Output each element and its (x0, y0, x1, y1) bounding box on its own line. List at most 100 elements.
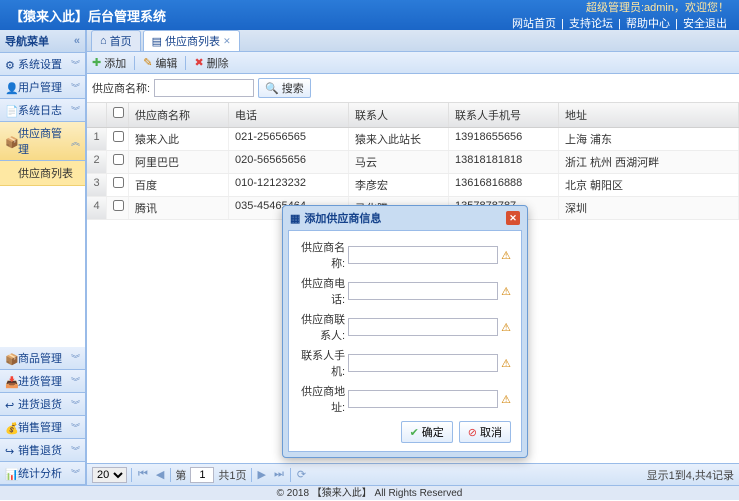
field-phone-input[interactable] (348, 282, 498, 300)
pager: 20 ⏮ ◀ 第 共1页 ▶ ⏭ ⟳ 显示1到4,共4记录 (87, 463, 739, 485)
search-row: 供应商名称: 🔍搜索 (87, 74, 739, 103)
warning-icon: ⚠ (501, 321, 511, 334)
row-checkbox[interactable] (113, 177, 124, 188)
cell-contact: 猿来入此站长 (349, 128, 449, 150)
first-page-button[interactable]: ⏮ (136, 468, 150, 481)
link-help[interactable]: 帮助中心 (626, 18, 670, 30)
welcome-text: 超级管理员:admin，欢迎您！ (510, 0, 729, 15)
page-size-select[interactable]: 20 (92, 467, 127, 483)
delete-button[interactable]: ✖删除 (194, 55, 228, 71)
sidebar-group-supplier[interactable]: 📦 供应商管理 ︽ (0, 122, 85, 161)
group-icon: 📄 (5, 105, 15, 115)
nav-header: 导航菜单 « (0, 30, 85, 53)
field-addr-input[interactable] (348, 390, 498, 408)
tab-supplier-list[interactable]: ▤ 供应商列表 ✕ (143, 30, 240, 51)
chevron-down-icon: ︾ (71, 81, 80, 94)
table-row[interactable]: 1猿来入此021-25656565猿来入此站长13918655656上海 浦东 (87, 128, 739, 151)
dialog-title-bar[interactable]: ▦ 添加供应商信息 ✕ (283, 206, 527, 230)
list-icon: ▤ (152, 35, 162, 48)
cancel-button[interactable]: ⊘取消 (459, 421, 511, 443)
search-input[interactable] (154, 79, 254, 97)
field-name-input[interactable] (348, 246, 498, 264)
header-links: 网站首页 | 支持论坛 | 帮助中心 | 安全退出 (510, 15, 729, 31)
sidebar-item-supplier-list[interactable]: 供应商列表 (0, 161, 85, 186)
pencil-icon: ✎ (143, 56, 152, 69)
col-mobile[interactable]: 联系人手机号 (449, 103, 559, 127)
cell-mobile: 13818181818 (449, 151, 559, 173)
cancel-icon: ⊘ (468, 426, 477, 439)
toolbar: ✚添加 ✎编辑 ✖删除 (87, 52, 739, 74)
group-icon: 📦 (5, 136, 15, 146)
select-all-checkbox[interactable] (113, 107, 124, 118)
col-contact[interactable]: 联系人 (349, 103, 449, 127)
link-forum[interactable]: 支持论坛 (569, 18, 613, 30)
tab-home[interactable]: ⌂ 首页 (91, 30, 141, 51)
row-checkbox[interactable] (113, 200, 124, 211)
field-mobile-input[interactable] (348, 354, 498, 372)
cell-name: 猿来入此 (129, 128, 229, 150)
edit-button[interactable]: ✎编辑 (143, 55, 177, 71)
search-button[interactable]: 🔍搜索 (258, 78, 311, 98)
row-checkbox[interactable] (113, 131, 124, 142)
dialog-icon: ▦ (290, 212, 300, 225)
next-page-button[interactable]: ▶ (256, 468, 268, 481)
last-page-button[interactable]: ⏭ (272, 468, 286, 481)
refresh-button[interactable]: ⟳ (295, 468, 308, 481)
close-icon[interactable]: ✕ (223, 36, 231, 47)
group-icon: 📊 (5, 468, 15, 478)
cell-mobile: 13616816888 (449, 174, 559, 196)
cell-phone: 021-25656565 (229, 128, 349, 150)
app-header: 【猿来入此】后台管理系统 超级管理员:admin，欢迎您！ 网站首页 | 支持论… (0, 0, 739, 30)
warning-icon: ⚠ (501, 249, 511, 262)
link-home[interactable]: 网站首页 (512, 18, 556, 30)
chevron-down-icon: ︾ (71, 444, 80, 457)
sidebar-group[interactable]: 💰销售管理︾ (0, 416, 85, 439)
col-phone[interactable]: 电话 (229, 103, 349, 127)
ok-button[interactable]: ✔确定 (401, 421, 453, 443)
pager-info: 显示1到4,共4记录 (647, 467, 734, 483)
sidebar-group[interactable]: ↩进货退货︾ (0, 393, 85, 416)
table-row[interactable]: 2阿里巴巴020-56565656马云13818181818浙江 杭州 西湖河畔 (87, 151, 739, 174)
page-input[interactable] (190, 467, 214, 483)
dialog-close-button[interactable]: ✕ (506, 211, 520, 225)
sidebar-group[interactable]: ⚙系统设置︾ (0, 53, 85, 76)
sidebar-group[interactable]: 📄系统日志︾ (0, 99, 85, 122)
sidebar-group[interactable]: 📦商品管理︾ (0, 347, 85, 370)
footer: © 2018 【猿来入此】 All Rights Reserved (0, 485, 739, 500)
table-row[interactable]: 3百度010-12123232李彦宏13616816888北京 朝阳区 (87, 174, 739, 197)
sidebar-group[interactable]: 📊统计分析︾ (0, 462, 85, 485)
cell-addr: 上海 浦东 (559, 128, 739, 150)
sidebar: 导航菜单 « ⚙系统设置︾👤用户管理︾📄系统日志︾ 📦 供应商管理 ︽ 供应商列… (0, 30, 86, 485)
group-icon: ↩ (5, 399, 15, 409)
col-addr[interactable]: 地址 (559, 103, 739, 127)
add-supplier-dialog: ▦ 添加供应商信息 ✕ 供应商名称:⚠ 供应商电话:⚠ 供应商联系人:⚠ 联系人… (282, 205, 528, 458)
field-name-label: 供应商名称: (299, 239, 345, 271)
cell-mobile: 13918655656 (449, 128, 559, 150)
cell-addr: 深圳 (559, 197, 739, 219)
row-number: 2 (87, 151, 107, 173)
sidebar-group[interactable]: 👤用户管理︾ (0, 76, 85, 99)
row-checkbox[interactable] (113, 154, 124, 165)
prev-page-button[interactable]: ◀ (154, 468, 166, 481)
collapse-icon[interactable]: « (74, 35, 80, 47)
check-icon: ✔ (410, 426, 419, 439)
col-name[interactable]: 供应商名称 (129, 103, 229, 127)
sidebar-group[interactable]: 📥进货管理︾ (0, 370, 85, 393)
cell-name: 阿里巴巴 (129, 151, 229, 173)
col-checkbox (107, 103, 129, 127)
field-contact-label: 供应商联系人: (299, 311, 345, 343)
chevron-down-icon: ︾ (71, 398, 80, 411)
group-icon: ↪ (5, 445, 15, 455)
chevron-down-icon: ︾ (71, 375, 80, 388)
group-icon: 📦 (5, 353, 15, 363)
warning-icon: ⚠ (501, 393, 511, 406)
link-logout[interactable]: 安全退出 (683, 18, 727, 30)
home-icon: ⌂ (100, 35, 107, 47)
add-button[interactable]: ✚添加 (92, 55, 126, 71)
field-contact-input[interactable] (348, 318, 498, 336)
trash-icon: ✖ (194, 56, 203, 69)
sidebar-group[interactable]: ↪销售退货︾ (0, 439, 85, 462)
cell-contact: 马云 (349, 151, 449, 173)
chevron-down-icon: ︾ (71, 58, 80, 71)
grid-header: 供应商名称 电话 联系人 联系人手机号 地址 (87, 103, 739, 128)
